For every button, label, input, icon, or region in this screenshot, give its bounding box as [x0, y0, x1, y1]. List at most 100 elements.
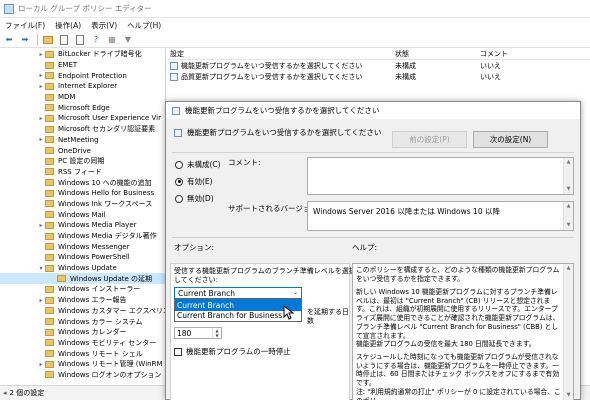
branch-readiness-select[interactable]: Current Branch ⌄ [174, 287, 302, 299]
tree-item[interactable]: EMET [0, 60, 165, 71]
tree-item[interactable]: Windows Ink ワークスペース [0, 199, 165, 210]
tree-item-label: MDM [58, 93, 76, 102]
tree-item[interactable]: PC 設定の同期 [0, 156, 165, 167]
column-state[interactable]: 状態 [392, 49, 477, 59]
tree-item[interactable]: Windows 10 への機能の追加 [0, 177, 165, 188]
tree-item[interactable]: Windows Mail [0, 209, 165, 220]
tree-item[interactable]: Windows Update の延期 [0, 273, 165, 285]
tree-item[interactable]: ▸ Internet Explorer [0, 81, 165, 92]
toolbar: ⬅ ➡ ? ▦ ▼ [0, 32, 590, 48]
folder-icon [45, 82, 54, 90]
tree-item[interactable]: Microsoft セカンダリ認証要素 [0, 124, 165, 135]
title-bar: ローカル グループ ポリシー エディター [0, 0, 590, 18]
branch-selected-value: Current Branch [178, 288, 236, 298]
pause-feature-updates-checkbox[interactable]: 機能更新プログラムの一時停止 [174, 346, 291, 357]
policy-icon [170, 72, 178, 81]
tree-item[interactable]: MDM [0, 92, 165, 103]
comment-scrollbar[interactable]: ▲ ▼ [563, 158, 573, 194]
tree-item[interactable]: ▸ Windows リモート管理 (WinRM [0, 359, 165, 370]
properties-icon[interactable]: ▦ [105, 33, 119, 46]
page-icon[interactable] [57, 33, 71, 46]
scroll-left-icon[interactable]: ◂ [3, 389, 7, 397]
tree-item[interactable]: Windows カスタマー エクスペリエ [0, 306, 165, 317]
supported-scrollbar[interactable]: ▲ ▼ [563, 202, 573, 230]
spinner-arrows-icon[interactable]: ▲ ▼ [212, 328, 221, 338]
column-comment[interactable]: コメント [477, 49, 587, 59]
folder-icon [45, 307, 54, 315]
tree-item[interactable]: Windows ログオンのオプション [0, 370, 165, 381]
comment-field[interactable]: ▲ ▼ [307, 157, 574, 195]
dialog-subtitle: 機能更新プログラムをいつ受信するかを選択してください [174, 127, 381, 138]
help-icon[interactable]: ? [89, 33, 103, 46]
previous-setting-button[interactable]: 前の設定(P) [392, 131, 467, 148]
menu-file[interactable]: ファイル(F) [0, 20, 50, 31]
tree-item[interactable]: ▸ NetMeeting [0, 135, 165, 146]
expand-arrow-icon[interactable]: ▸ [37, 222, 45, 229]
folder-icon [45, 50, 54, 58]
column-setting[interactable]: 設定 [167, 49, 392, 59]
back-icon[interactable]: ⬅ [2, 33, 16, 46]
tree-item[interactable]: ▸ Windows Media Player [0, 220, 165, 231]
divider [172, 152, 574, 153]
list-row[interactable]: 品質更新プログラムをいつ受信するかを選択してください 未構成 いいえ [167, 71, 590, 82]
tree-item[interactable]: ▾ Windows Update [0, 263, 165, 274]
tree-item[interactable]: ▸ Endpoint Protection [0, 70, 165, 81]
list-row[interactable]: 機能更新プログラムをいつ受信するかを選択してください 未構成 いいえ [167, 60, 590, 71]
tree-item[interactable]: Windows インストーラー [0, 284, 165, 295]
expand-arrow-icon[interactable]: ▸ [37, 51, 45, 58]
tree-item-label: EMET [58, 61, 78, 70]
expand-arrow-icon[interactable]: ▸ [37, 72, 45, 79]
expand-arrow-icon[interactable]: ▾ [37, 265, 45, 272]
radio-disabled[interactable]: 無効(D) [175, 193, 214, 204]
export-list-icon[interactable] [73, 33, 87, 46]
menu-help[interactable]: ヘルプ(H) [122, 20, 166, 31]
tree-item[interactable]: RSS フィード [0, 167, 165, 178]
tree-item-label: Windows Update の延期 [70, 274, 153, 283]
expand-arrow-icon[interactable]: ▸ [37, 361, 45, 368]
status-text: 2 個の設定 [9, 389, 45, 397]
tree-item[interactable]: ▸ Microsoft User Experience Vir [0, 113, 165, 124]
tree-item[interactable]: Windows モビリティ センター [0, 338, 165, 349]
tree-item[interactable]: Windows リモート シェル [0, 348, 165, 359]
tree-item[interactable]: Windows カラー システム [0, 316, 165, 327]
tree-item-label: Windows Update [58, 264, 117, 273]
menu-view[interactable]: 表示(V) [86, 20, 122, 31]
tree-item-label: Windows ログオンのオプション [58, 370, 162, 379]
radio-enabled[interactable]: 有効(E) [175, 176, 213, 187]
tree-item[interactable]: Windows Messenger [0, 241, 165, 252]
expand-arrow-icon[interactable]: ▸ [37, 83, 45, 90]
expand-arrow-icon[interactable]: ▸ [37, 136, 45, 143]
tree-item-label: Windows Mail [58, 210, 106, 219]
tree-item-label: Windows Ink ワークスペース [58, 199, 153, 208]
expand-arrow-icon[interactable]: ▸ [37, 115, 45, 122]
forward-icon[interactable]: ➡ [18, 33, 32, 46]
tree-item[interactable]: Microsoft Edge [0, 102, 165, 113]
window-title: ローカル グループ ポリシー エディター [18, 4, 152, 13]
tree-item[interactable]: ▸ BitLocker ドライブ暗号化 [0, 49, 165, 60]
next-setting-button[interactable]: 次の設定(N) [473, 131, 548, 148]
tree-item[interactable]: ▸ Windows エラー報告 [0, 295, 165, 306]
navigation-tree[interactable]: ▸ BitLocker ドライブ暗号化 EMET ▸ Endpoint Protecti… [0, 49, 166, 385]
tree-item-label: RSS フィード [58, 167, 102, 176]
help-scrollbar[interactable]: ▲ ▼ [563, 264, 573, 400]
radio-not-configured[interactable]: 未構成(C) [175, 159, 221, 170]
menu-action[interactable]: 操作(A) [50, 20, 86, 31]
folder-icon[interactable] [41, 33, 55, 46]
dialog-subtitle-text: 機能更新プログラムをいつ受信するかを選択してください [187, 128, 382, 137]
dialog-title-bar: 機能更新プログラムをいつ受信するかを選択してください [166, 102, 580, 119]
tree-item-label: Windows リモート管理 (WinRM [58, 360, 163, 369]
tree-item[interactable]: Windows PowerShell [0, 252, 165, 263]
expand-arrow-icon[interactable]: ▸ [37, 297, 45, 304]
folder-icon [45, 371, 54, 379]
tree-item[interactable]: Windows カレンダー [0, 327, 165, 338]
tree-item-label: PC 設定の同期 [58, 157, 105, 166]
folder-icon [45, 360, 54, 368]
tree-item-label: Windows リモート シェル [58, 349, 143, 358]
folder-icon [45, 350, 54, 358]
tree-item[interactable]: OneDrive [0, 145, 165, 156]
tree-item-label: Windows カスタマー エクスペリエ [58, 306, 166, 315]
tree-item[interactable]: Windows Hello for Business [0, 188, 165, 199]
tree-item[interactable]: Windows Media デジタル著作 [0, 231, 165, 242]
defer-days-spinner[interactable]: 180 ▲ ▼ [174, 327, 222, 339]
filter-icon[interactable]: ▼ [121, 33, 135, 46]
